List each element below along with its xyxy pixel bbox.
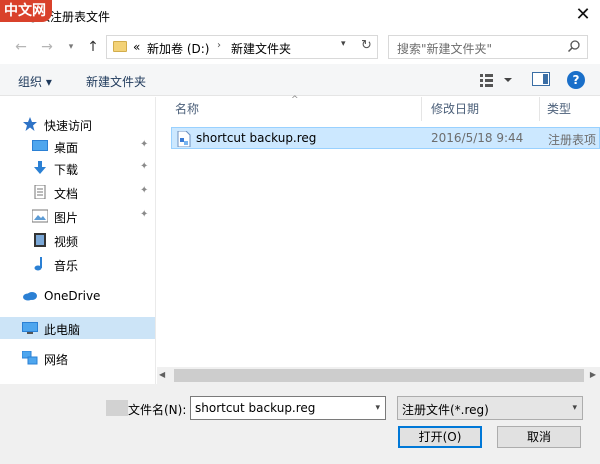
search-icon[interactable] bbox=[567, 39, 581, 53]
breadcrumb-overflow[interactable]: « bbox=[133, 40, 140, 54]
cloud-icon bbox=[23, 292, 37, 301]
sidebar-item-label: 音乐 bbox=[54, 259, 79, 273]
horizontal-scrollbar[interactable]: ◀ ▶ bbox=[157, 367, 600, 384]
file-name: shortcut backup.reg bbox=[196, 131, 317, 145]
open-button[interactable]: 打开(O) bbox=[398, 426, 482, 448]
chevron-right-icon[interactable]: › bbox=[217, 40, 221, 51]
sidebar-item-label: 文档 bbox=[54, 187, 79, 201]
file-type: 注册表项 bbox=[548, 133, 597, 147]
view-options-icon[interactable] bbox=[478, 72, 512, 88]
help-icon[interactable]: ? bbox=[567, 71, 585, 89]
search-input[interactable]: 搜索"新建文件夹" bbox=[397, 40, 492, 57]
back-arrow-icon[interactable]: ← bbox=[12, 38, 30, 56]
sidebar-item-videos[interactable]: 视频 bbox=[0, 229, 155, 251]
breadcrumb-drive[interactable]: 新加卷 (D:) bbox=[147, 40, 209, 57]
sidebar-item-pictures[interactable]: 图片 ✦ bbox=[0, 205, 155, 227]
filename-field[interactable]: shortcut backup.reg ▾ bbox=[190, 396, 386, 420]
close-button[interactable]: ✕ bbox=[572, 4, 594, 26]
obscured-area bbox=[106, 400, 128, 416]
pin-icon[interactable]: ✦ bbox=[140, 185, 148, 196]
address-bar[interactable]: « 新加卷 (D:) › 新建文件夹 ▾ ↻ bbox=[106, 35, 378, 59]
chevron-down-icon[interactable]: ▾ bbox=[341, 39, 346, 49]
navigation-pane: 快速访问 桌面 ✦ 下载 ✦ 文档 ✦ 图片 ✦ 视频 音乐 OneDrive … bbox=[0, 97, 156, 387]
registry-file-icon bbox=[177, 131, 191, 147]
refresh-icon[interactable]: ↻ bbox=[361, 38, 372, 53]
download-icon bbox=[34, 161, 46, 174]
scrollbar-thumb[interactable] bbox=[174, 369, 584, 382]
folder-icon bbox=[113, 41, 127, 52]
sidebar-item-label: 视频 bbox=[54, 235, 79, 249]
up-arrow-icon[interactable]: ↑ bbox=[84, 38, 102, 56]
file-date: 2016/5/18 9:44 bbox=[431, 131, 524, 145]
file-list: ^ 名称 修改日期 类型 shortcut backup.reg 2016/5/… bbox=[157, 95, 600, 367]
navigation-bar: ← → ▾ ↑ « 新加卷 (D:) › 新建文件夹 ▾ ↻ 搜索"新建文件夹" bbox=[0, 30, 600, 64]
preview-pane-icon[interactable] bbox=[532, 72, 550, 86]
sidebar-item-quick-access[interactable]: 快速访问 bbox=[0, 113, 155, 135]
star-icon bbox=[23, 117, 37, 131]
search-box[interactable]: 搜索"新建文件夹" bbox=[388, 35, 588, 59]
computer-icon bbox=[22, 322, 38, 334]
dialog-footer: 文件名(N): shortcut backup.reg ▾ 注册文件(*.reg… bbox=[0, 384, 600, 464]
pin-icon[interactable]: ✦ bbox=[140, 209, 148, 220]
chevron-down-icon[interactable]: ▾ bbox=[572, 403, 577, 413]
column-divider[interactable] bbox=[539, 97, 540, 121]
column-divider[interactable] bbox=[421, 97, 422, 121]
filetype-value: 注册文件(*.reg) bbox=[402, 403, 489, 417]
column-header-type[interactable]: 类型 bbox=[547, 97, 571, 121]
watermark-logo: 中文网 bbox=[0, 0, 52, 22]
picture-icon bbox=[32, 209, 48, 223]
pin-icon[interactable]: ✦ bbox=[140, 139, 148, 150]
document-icon bbox=[34, 185, 46, 199]
sidebar-item-label: 下载 bbox=[54, 163, 79, 177]
sidebar-item-this-pc[interactable]: 此电脑 bbox=[0, 317, 155, 339]
recent-locations-chevron-icon[interactable]: ▾ bbox=[62, 38, 80, 56]
sort-ascending-icon: ^ bbox=[291, 95, 299, 105]
title-bar: 导入注册表文件 中文网 ✕ bbox=[0, 0, 600, 30]
scroll-right-icon[interactable]: ▶ bbox=[590, 370, 596, 379]
sidebar-item-label: OneDrive bbox=[44, 289, 101, 303]
sidebar-item-desktop[interactable]: 桌面 ✦ bbox=[0, 135, 155, 157]
sidebar-item-label: 网络 bbox=[44, 353, 69, 367]
sidebar-item-label: 快速访问 bbox=[44, 119, 93, 133]
column-header-name[interactable]: 名称 bbox=[175, 97, 199, 121]
new-folder-button[interactable]: 新建文件夹 bbox=[86, 73, 146, 90]
filetype-select[interactable]: 注册文件(*.reg) ▾ bbox=[397, 396, 583, 420]
pin-icon[interactable]: ✦ bbox=[140, 161, 148, 172]
sidebar-item-documents[interactable]: 文档 ✦ bbox=[0, 181, 155, 203]
sidebar-item-network[interactable]: 网络 bbox=[0, 347, 155, 369]
filename-value[interactable]: shortcut backup.reg bbox=[195, 401, 315, 415]
sidebar-item-onedrive[interactable]: OneDrive bbox=[0, 285, 155, 307]
file-row[interactable]: shortcut backup.reg 2016/5/18 9:44 注册表项 bbox=[171, 127, 600, 149]
scroll-left-icon[interactable]: ◀ bbox=[159, 370, 165, 379]
sidebar-item-label: 桌面 bbox=[54, 141, 79, 155]
video-icon bbox=[34, 233, 46, 247]
sidebar-item-downloads[interactable]: 下载 ✦ bbox=[0, 157, 155, 179]
import-registry-dialog: 导入注册表文件 中文网 ✕ ← → ▾ ↑ « 新加卷 (D:) › 新建文件夹… bbox=[0, 0, 600, 464]
command-toolbar: 组织 ▾ 新建文件夹 ? bbox=[0, 64, 600, 96]
cancel-button[interactable]: 取消 bbox=[497, 426, 581, 448]
desktop-icon bbox=[32, 140, 48, 151]
forward-arrow-icon[interactable]: → bbox=[38, 38, 56, 56]
sidebar-item-music[interactable]: 音乐 bbox=[0, 253, 155, 275]
sidebar-item-label: 图片 bbox=[54, 211, 79, 225]
organize-menu-button[interactable]: 组织 ▾ bbox=[18, 73, 52, 90]
network-icon bbox=[22, 351, 38, 365]
sidebar-item-label: 此电脑 bbox=[44, 323, 81, 337]
music-icon bbox=[34, 257, 42, 271]
breadcrumb-folder[interactable]: 新建文件夹 bbox=[231, 40, 291, 57]
filename-label: 文件名(N): bbox=[128, 403, 187, 417]
chevron-down-icon[interactable]: ▾ bbox=[375, 403, 380, 413]
column-header-date[interactable]: 修改日期 bbox=[431, 97, 479, 121]
